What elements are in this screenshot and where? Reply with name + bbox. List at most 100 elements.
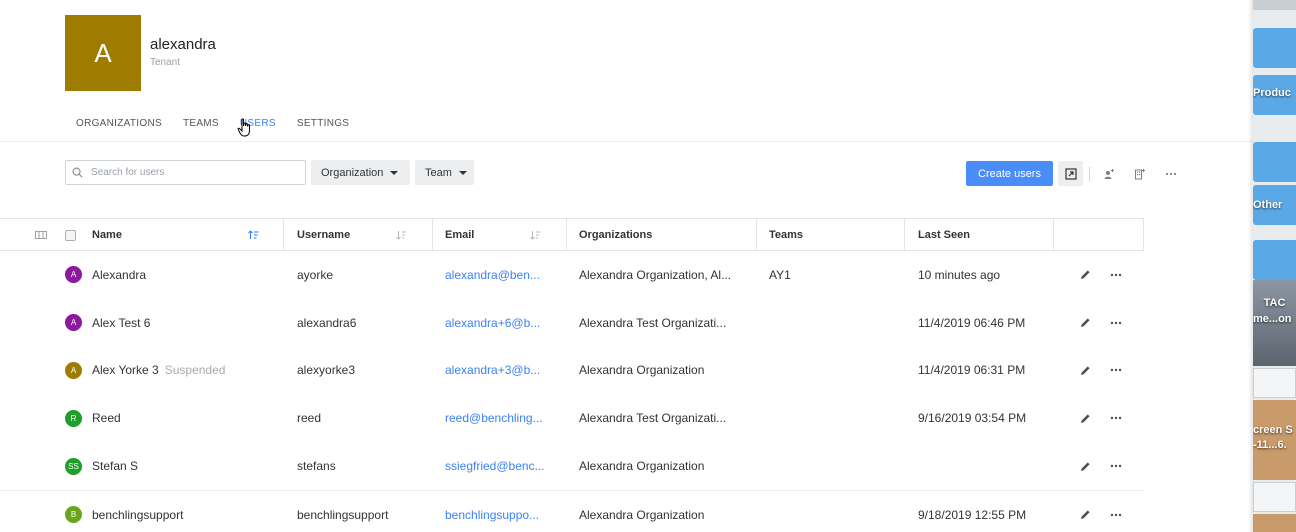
- avatar: A: [65, 314, 82, 332]
- edit-icon[interactable]: [1077, 267, 1093, 283]
- organization-filter-dropdown[interactable]: Organization: [311, 160, 410, 185]
- more-icon[interactable]: [1108, 458, 1124, 474]
- desktop-item-label: Produc: [1253, 87, 1291, 99]
- tenant-avatar: A: [65, 15, 141, 91]
- user-username: alexyorke3: [297, 363, 356, 378]
- user-teams: AY1: [769, 267, 791, 282]
- organization-icon: [1134, 168, 1145, 179]
- table-row[interactable]: R Reed reed reed@benchling... Alexandra …: [0, 394, 1144, 442]
- column-header-teams[interactable]: Teams: [769, 219, 803, 250]
- more-icon[interactable]: [1108, 507, 1124, 523]
- toolbar-separator: [1089, 167, 1090, 181]
- user-organizations: Alexandra Organization: [579, 507, 705, 522]
- more-actions-button[interactable]: [1158, 161, 1183, 186]
- add-user-to-team-button[interactable]: [1096, 161, 1121, 186]
- search-box: [65, 160, 306, 185]
- user-email-link[interactable]: ssiegfried@benc...: [445, 442, 545, 490]
- user-organizations: Alexandra Test Organizati...: [579, 411, 727, 426]
- user-name[interactable]: Alex Yorke 3: [92, 363, 159, 377]
- table-header: Name Username Email Organizations Teams …: [0, 218, 1144, 251]
- column-divider: [566, 219, 567, 250]
- desktop-thumbnail[interactable]: [1253, 368, 1296, 398]
- folder-icon[interactable]: [1253, 142, 1296, 182]
- table-row[interactable]: SS Stefan S stefans ssiegfried@benc... A…: [0, 442, 1144, 490]
- avatar: A: [65, 266, 82, 284]
- sort-ascending-icon[interactable]: [248, 230, 259, 240]
- avatar: R: [65, 409, 82, 427]
- user-name[interactable]: benchlingsupport: [92, 491, 183, 532]
- user-last-seen: 9/18/2019 12:55 PM: [918, 507, 1027, 522]
- avatar: B: [65, 506, 82, 524]
- user-username: reed: [297, 411, 322, 426]
- search-icon: [72, 167, 83, 178]
- sort-icon[interactable]: [530, 230, 541, 240]
- column-header-username[interactable]: Username: [297, 219, 350, 250]
- column-divider: [283, 219, 284, 250]
- user-name[interactable]: Alexandra: [92, 251, 146, 299]
- desktop-background: Produc Other TAC me...on creen S -11...6…: [1253, 0, 1296, 532]
- tabs-divider: [0, 141, 1253, 142]
- user-username: benchlingsupport: [297, 507, 389, 522]
- column-divider: [1143, 219, 1144, 250]
- user-organizations: Alexandra Organization: [579, 459, 705, 474]
- column-divider: [1053, 219, 1054, 250]
- user-name[interactable]: Reed: [92, 394, 121, 442]
- user-email-link[interactable]: benchlingsuppo...: [445, 491, 539, 532]
- table-row[interactable]: B benchlingsupport benchlingsupport benc…: [0, 489, 1144, 532]
- column-header-organizations[interactable]: Organizations: [579, 219, 652, 250]
- more-icon[interactable]: [1108, 362, 1124, 378]
- edit-icon[interactable]: [1077, 362, 1093, 378]
- suspended-badge: Suspended: [164, 363, 226, 378]
- add-user-to-org-button[interactable]: [1127, 161, 1152, 186]
- organization-filter-label: Organization: [321, 166, 384, 179]
- select-all-checkbox[interactable]: [65, 230, 76, 241]
- team-filter-dropdown[interactable]: Team: [415, 160, 474, 185]
- desktop-item-label: creen S: [1253, 424, 1293, 436]
- edit-icon[interactable]: [1077, 458, 1093, 474]
- user-last-seen: 9/16/2019 03:54 PM: [918, 411, 1027, 426]
- export-button[interactable]: [1058, 161, 1083, 186]
- desktop-thumbnail[interactable]: [1253, 482, 1296, 512]
- tab-teams[interactable]: TEAMS: [183, 118, 219, 129]
- desktop-thumbnail: [1253, 0, 1296, 10]
- tab-settings[interactable]: SETTINGS: [297, 118, 349, 129]
- tab-organizations[interactable]: ORGANIZATIONS: [76, 118, 162, 129]
- user-email-link[interactable]: alexandra+6@b...: [445, 299, 540, 347]
- desktop-thumbnail[interactable]: [1253, 514, 1296, 532]
- tab-bar: ORGANIZATIONS TEAMS USERS SETTINGS: [76, 118, 370, 129]
- more-icon[interactable]: [1108, 315, 1124, 331]
- column-divider: [756, 219, 757, 250]
- column-header-email[interactable]: Email: [445, 219, 474, 250]
- user-name[interactable]: Alex Test 6: [92, 299, 150, 347]
- folder-icon[interactable]: [1253, 240, 1296, 280]
- table-row[interactable]: A Alexandra ayorke alexandra@ben... Alex…: [0, 251, 1144, 299]
- table-row[interactable]: A Alex Yorke 3 Suspended alexyorke3 alex…: [0, 347, 1144, 395]
- user-last-seen: 10 minutes ago: [918, 267, 1001, 282]
- chevron-down-icon: [390, 170, 399, 175]
- user-organizations: Alexandra Organization: [579, 363, 705, 378]
- user-email-link[interactable]: reed@benchling...: [445, 394, 543, 442]
- column-header-last-seen[interactable]: Last Seen: [918, 219, 970, 250]
- user-email-link[interactable]: alexandra+3@b...: [445, 347, 540, 395]
- desktop-item-label: TAC: [1263, 297, 1286, 309]
- user-organizations: Alexandra Organization, Al...: [579, 267, 732, 282]
- user-username: stefans: [297, 459, 336, 474]
- edit-icon[interactable]: [1077, 410, 1093, 426]
- column-settings-icon[interactable]: [35, 231, 47, 239]
- edit-icon[interactable]: [1077, 507, 1093, 523]
- search-input[interactable]: [91, 167, 291, 178]
- folder-icon[interactable]: [1253, 28, 1296, 68]
- users-admin-page: A alexandra Tenant ORGANIZATIONS TEAMS U…: [0, 0, 1253, 532]
- user-email-link[interactable]: alexandra@ben...: [445, 251, 540, 299]
- more-icon[interactable]: [1108, 267, 1124, 283]
- edit-icon[interactable]: [1077, 315, 1093, 331]
- column-divider: [904, 219, 905, 250]
- column-header-name[interactable]: Name: [92, 219, 122, 250]
- sort-icon[interactable]: [396, 230, 407, 240]
- more-icon[interactable]: [1108, 410, 1124, 426]
- user-username: ayorke: [297, 267, 334, 282]
- user-name[interactable]: Stefan S: [92, 442, 138, 490]
- create-users-button[interactable]: Create users: [966, 161, 1053, 186]
- table-row[interactable]: A Alex Test 6 alexandra6 alexandra+6@b..…: [0, 299, 1144, 347]
- user-organizations: Alexandra Test Organizati...: [579, 315, 727, 330]
